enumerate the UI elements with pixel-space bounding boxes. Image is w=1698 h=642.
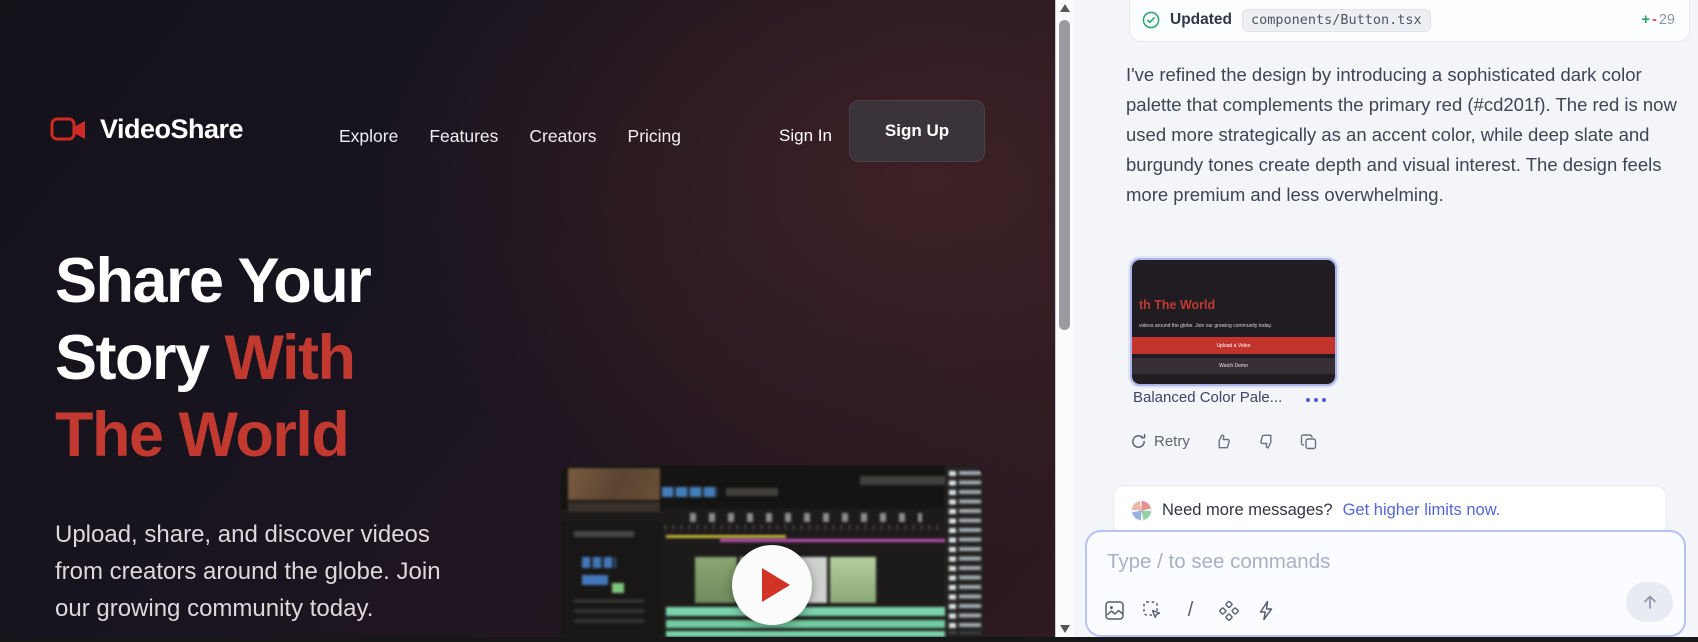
select-area-icon xyxy=(1142,600,1163,621)
page-scrollbar[interactable] xyxy=(1055,0,1075,637)
send-arrow-icon xyxy=(1641,593,1659,611)
retry-icon xyxy=(1130,433,1147,450)
thumbs-down-icon xyxy=(1257,432,1276,451)
retry-button[interactable]: Retry xyxy=(1130,433,1190,450)
components-button[interactable] xyxy=(1217,599,1240,622)
video-play-button[interactable] xyxy=(732,545,812,625)
sign-in-link[interactable]: Sign In xyxy=(779,100,832,172)
thumbs-up-icon xyxy=(1214,432,1233,451)
diamonds-icon xyxy=(1218,600,1240,622)
image-icon xyxy=(1104,600,1125,621)
site-brand: VideoShare xyxy=(100,114,243,145)
copy-button[interactable] xyxy=(1300,433,1318,451)
site-logo[interactable]: VideoShare xyxy=(50,114,243,145)
nav-link-creators[interactable]: Creators xyxy=(529,126,596,147)
composer-toolbar: / xyxy=(1103,599,1278,622)
bottom-edge-strip xyxy=(0,637,1698,642)
scrollbar-up-icon[interactable] xyxy=(1060,4,1070,12)
limits-banner: Need more messages? Get higher limits no… xyxy=(1113,485,1667,535)
video-camera-icon xyxy=(50,116,88,144)
hero-video-preview xyxy=(560,465,984,637)
ellipsis-icon xyxy=(1306,398,1310,402)
thumb-preview-text: videos around the globe. Join our growin… xyxy=(1139,323,1272,329)
image-attach-button[interactable] xyxy=(1103,599,1126,622)
banner-text: Need more messages? xyxy=(1162,501,1333,520)
screenshot-root: VideoShare Explore Features Creators Pri… xyxy=(0,0,1698,642)
usage-pie-icon xyxy=(1131,500,1152,521)
copy-icon xyxy=(1300,433,1318,451)
get-higher-limits-link[interactable]: Get higher limits now. xyxy=(1343,501,1501,520)
update-label: Updated xyxy=(1170,11,1232,29)
composer: / xyxy=(1085,530,1686,637)
site-preview-panel: VideoShare Explore Features Creators Pri… xyxy=(0,0,1055,642)
version-thumbnail[interactable]: th The World videos around the globe. Jo… xyxy=(1130,258,1337,386)
play-icon xyxy=(762,568,790,602)
send-button[interactable] xyxy=(1626,582,1673,622)
thumbnail-menu-button[interactable] xyxy=(1302,394,1330,406)
select-element-button[interactable] xyxy=(1141,599,1164,622)
scrollbar-down-icon[interactable] xyxy=(1060,625,1070,633)
quick-actions-button[interactable] xyxy=(1255,599,1278,622)
site-navbar: VideoShare Explore Features Creators Pri… xyxy=(0,100,1055,172)
message-actions: Retry xyxy=(1130,432,1318,451)
thumbnail-title: Balanced Color Pale... xyxy=(1133,389,1282,406)
chat-panel: Updated components/Button.tsx + - 29 I'v… xyxy=(1074,0,1698,642)
hero-heading: Share Your Story With The World xyxy=(55,243,535,474)
hero-paragraph: Upload, share, and discover videos from … xyxy=(55,516,475,627)
nav-link-pricing[interactable]: Pricing xyxy=(628,126,682,147)
thumb-preview-secondary-button: Watch Demo xyxy=(1132,358,1335,374)
thumbs-up-button[interactable] xyxy=(1214,432,1233,451)
nav-link-features[interactable]: Features xyxy=(429,126,498,147)
site-nav-links: Explore Features Creators Pricing xyxy=(339,100,681,172)
thumb-preview-heading: th The World xyxy=(1139,298,1215,312)
composer-input[interactable] xyxy=(1105,544,1649,580)
check-circle-icon xyxy=(1142,11,1160,29)
file-update-card: Updated components/Button.tsx + - 29 xyxy=(1129,0,1690,42)
slash-command-button[interactable]: / xyxy=(1179,599,1202,622)
sign-up-button[interactable]: Sign Up xyxy=(849,100,985,162)
thumbs-down-button[interactable] xyxy=(1257,432,1276,451)
assistant-message: I've refined the design by introducing a… xyxy=(1126,60,1688,210)
scrollbar-thumb[interactable] xyxy=(1059,20,1070,330)
diff-stats: + - 29 xyxy=(1642,12,1675,28)
lightning-icon xyxy=(1257,600,1276,621)
thumb-preview-primary-button: Upload a Video xyxy=(1132,337,1335,354)
nav-link-explore[interactable]: Explore xyxy=(339,126,398,147)
updated-file-chip[interactable]: components/Button.tsx xyxy=(1242,9,1431,32)
